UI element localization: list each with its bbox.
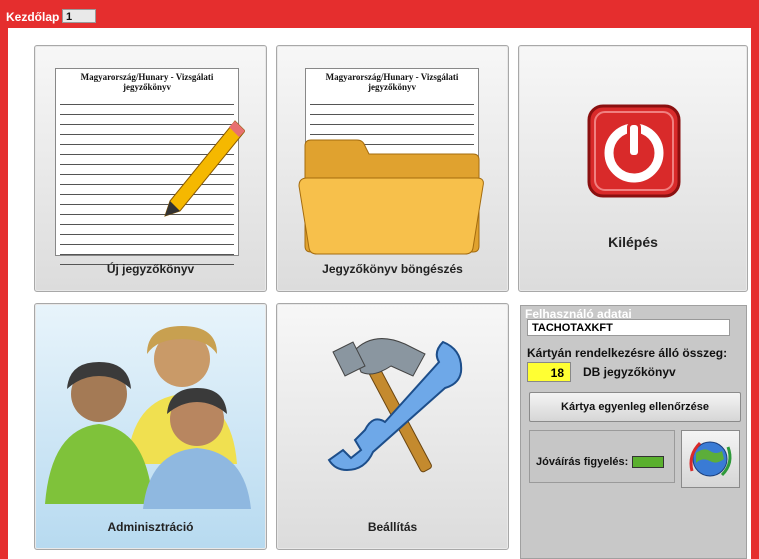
exit-tile[interactable]: Kilépés xyxy=(518,45,748,292)
settings-tile[interactable]: Beállítás xyxy=(276,303,509,550)
folder-icon xyxy=(298,139,484,255)
document-thumbnail-title: Magyarország/Hunary - Vizsgálati jegyzők… xyxy=(80,72,214,92)
credit-status-indicator xyxy=(632,456,664,468)
user-data-panel: Felhasználó adatai TACHOTAXKFT Kártyán r… xyxy=(520,305,747,559)
credit-monitor-label: Jóváírás figyelés: xyxy=(536,456,629,468)
exit-label: Kilépés xyxy=(608,234,658,250)
new-report-label: Új jegyzőkönyv xyxy=(106,262,195,276)
top-bar: Kezdőlap 1 xyxy=(0,0,759,26)
tools-icon xyxy=(327,338,463,473)
balance-count: 18 xyxy=(527,362,571,382)
browse-reports-tile[interactable]: Magyarország/Hunary - Vizsgálati jegyzők… xyxy=(276,45,509,292)
browse-reports-label: Jegyzőkönyv böngészés xyxy=(322,262,463,276)
browse-document-title: Magyarország/Hunary - Vizsgálati jegyzők… xyxy=(325,72,459,92)
main-canvas: Magyarország/Hunary - Vizsgálati jegyzők… xyxy=(8,28,751,559)
home-tab[interactable]: Kezdőlap xyxy=(6,10,59,24)
pencil-icon xyxy=(164,120,245,217)
globe-sync-button[interactable] xyxy=(681,430,740,488)
users-icon xyxy=(45,326,251,509)
settings-label: Beállítás xyxy=(367,520,418,534)
new-report-tile[interactable]: Magyarország/Hunary - Vizsgálati jegyzők… xyxy=(34,45,267,292)
check-balance-button[interactable]: Kártya egyenleg ellenőrzése xyxy=(529,392,741,422)
page-number-field[interactable]: 1 xyxy=(62,9,96,23)
power-icon xyxy=(587,104,681,198)
globe-icon xyxy=(689,441,732,477)
administration-tile[interactable]: Adminisztráció xyxy=(34,303,267,550)
balance-unit: DB jegyzőkönyv xyxy=(583,365,676,379)
administration-label: Adminisztráció xyxy=(107,520,194,534)
balance-label: Kártyán rendelkezésre álló összeg: xyxy=(527,346,728,360)
username-field: TACHOTAXKFT xyxy=(527,319,730,336)
credit-monitor-box: Jóváírás figyelés: xyxy=(529,430,675,483)
